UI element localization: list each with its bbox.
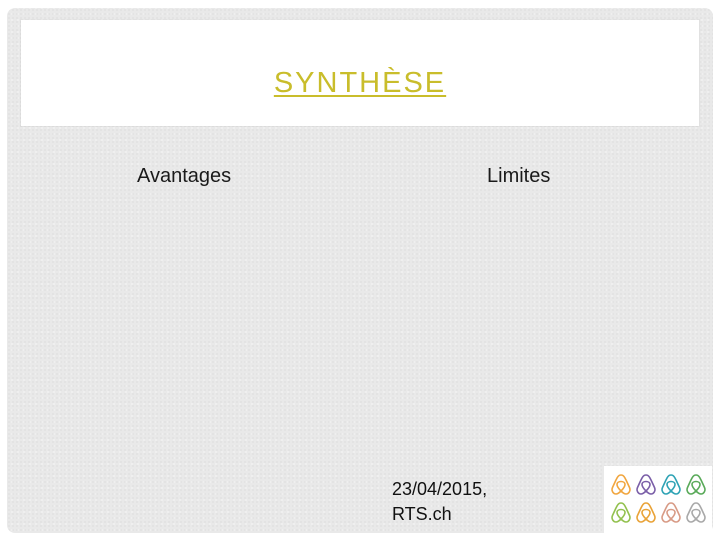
- airbnb-logo-grid: [604, 466, 712, 534]
- limits-heading: Limites: [487, 165, 551, 187]
- airbnb-belo-icon: [611, 502, 631, 523]
- slide-title: SYNTHÈSE: [273, 67, 447, 99]
- advantages-heading: Avantages: [137, 165, 232, 187]
- airbnb-logo-icons: [611, 474, 706, 523]
- airbnb-belo-icon: [661, 474, 681, 495]
- source-citation: 23/04/2015, RTS.ch: [392, 477, 487, 527]
- title-band: SYNTHÈSE: [21, 20, 699, 126]
- slide: SYNTHÈSE Avantages Limites: [7, 8, 713, 533]
- airbnb-belo-icon: [661, 502, 681, 523]
- source-date: 23/04/2015,: [392, 479, 488, 499]
- airbnb-belo-icon: [686, 474, 706, 495]
- airbnb-belo-icon: [636, 502, 656, 523]
- airbnb-belo-icon: [636, 474, 656, 495]
- source-site: RTS.ch: [392, 504, 452, 524]
- airbnb-belo-icon: [611, 474, 631, 495]
- airbnb-belo-icon: [686, 502, 706, 523]
